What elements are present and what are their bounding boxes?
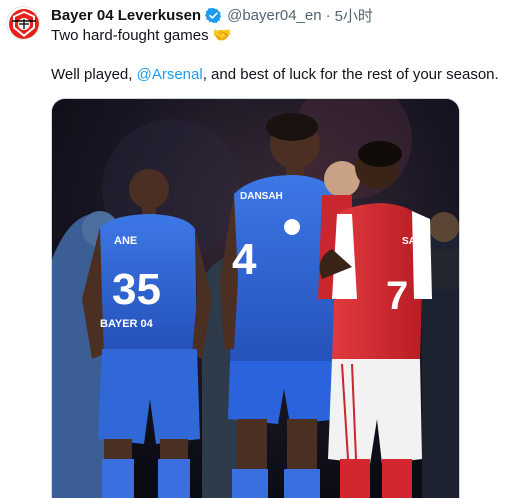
left-jersey-sponsor: BAYER 04 (100, 318, 154, 330)
players-photo: 35 ANE BAYER 04 DANSAH 4 7 SAKA (52, 99, 459, 498)
handshake-emoji-icon: 🤝 (212, 27, 232, 44)
mention-link[interactable]: @Arsenal (137, 66, 203, 83)
left-jersey-number: 35 (112, 265, 161, 314)
timestamp[interactable]: 5小时 (335, 5, 373, 26)
center-jersey-number: 4 (232, 235, 257, 284)
center-jersey-name: DANSAH (240, 191, 283, 202)
author-name[interactable]: Bayer 04 Leverkusen (51, 7, 201, 24)
tweet-text-pre: Well played, (51, 66, 137, 83)
right-jersey-number: 7 (386, 274, 408, 318)
tweet-text-post: , and best of luck for the rest of your … (202, 66, 499, 83)
tweet-header: Bayer 04 Leverkusen @bayer04_en · 5小时 (51, 5, 373, 25)
tweet-text-line2: Well played, @Arsenal, and best of luck … (51, 66, 499, 84)
tweet[interactable]: Bayer 04 Leverkusen @bayer04_en · 5小时 Tw… (0, 0, 521, 498)
verified-badge-icon (205, 7, 222, 23)
champions-league-badge (284, 219, 300, 235)
author-handle[interactable]: @bayer04_en (227, 7, 321, 24)
tweet-photo[interactable]: 35 ANE BAYER 04 DANSAH 4 7 SAKA (51, 98, 460, 498)
separator-dot: · (325, 6, 331, 24)
tweet-text-line1: Two hard-fought games 🤝 (51, 27, 231, 45)
right-jersey-name: SAKA (402, 236, 430, 247)
bayer-leverkusen-crest-icon (9, 9, 39, 39)
left-jersey-name: ANE (114, 235, 137, 247)
avatar[interactable] (6, 6, 40, 40)
tweet-text: Two hard-fought games (51, 27, 209, 44)
